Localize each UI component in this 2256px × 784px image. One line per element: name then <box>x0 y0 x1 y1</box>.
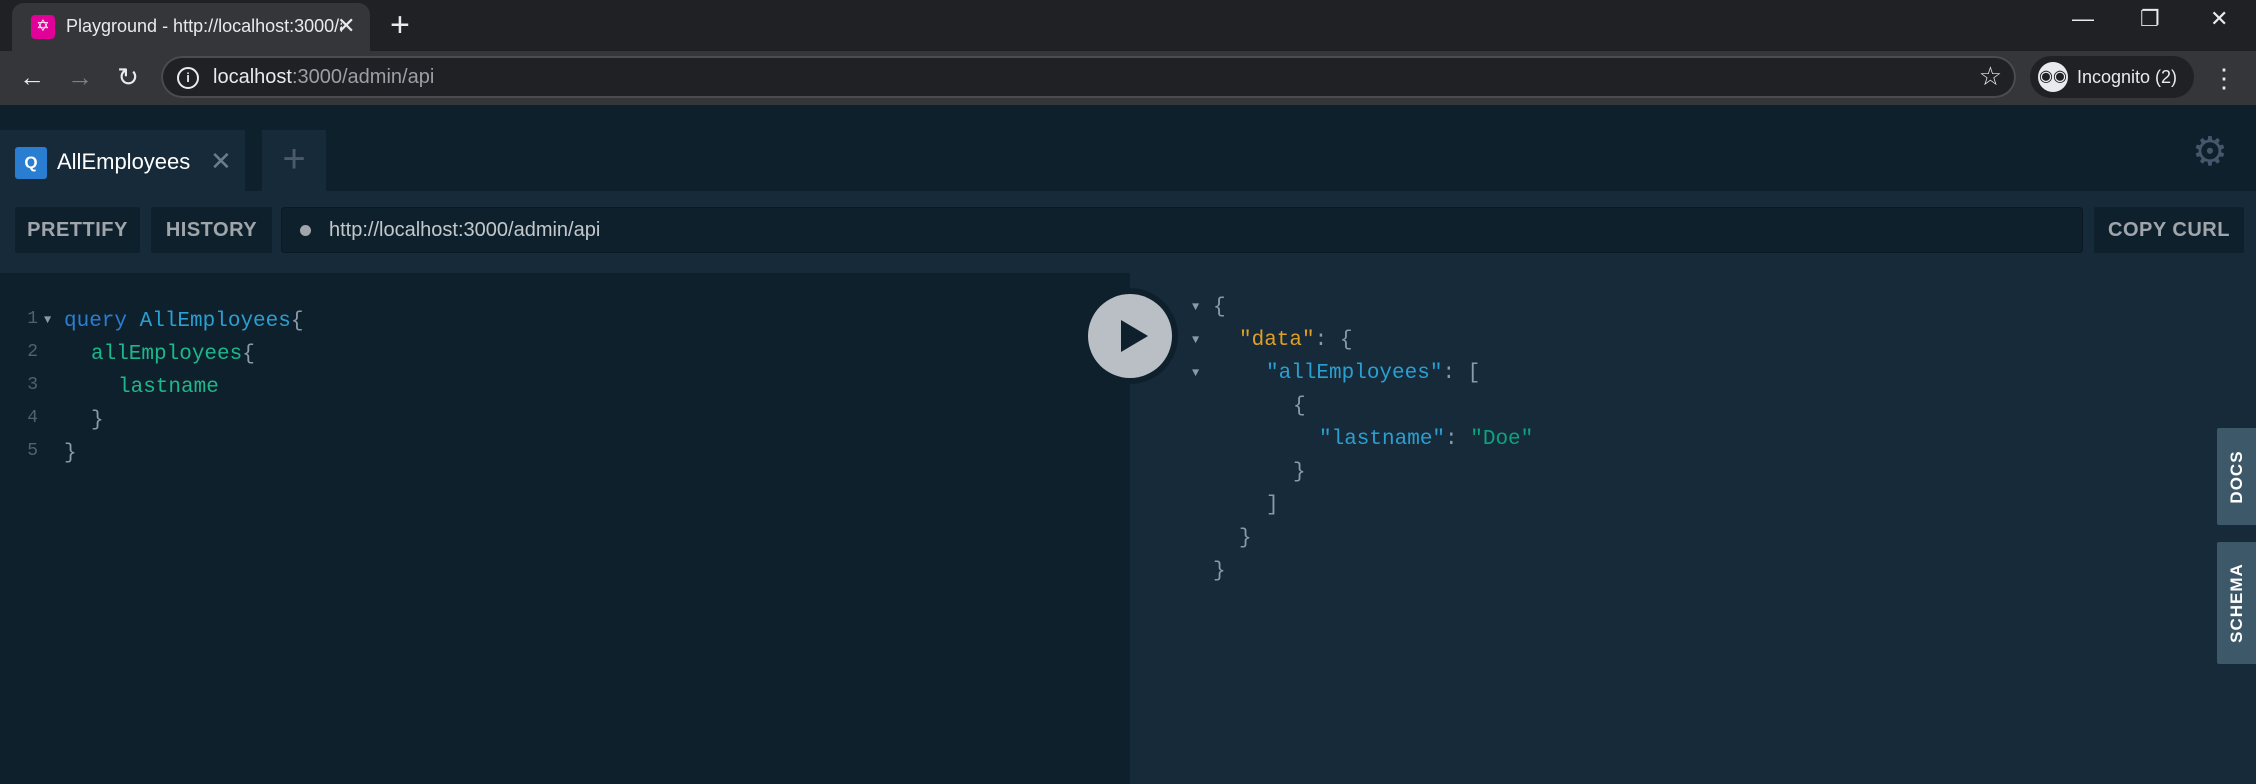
line-number: 3 <box>27 375 38 395</box>
result-line: } <box>1213 560 1226 583</box>
fold-arrow-icon[interactable]: ▼ <box>1192 291 1199 324</box>
browser-tab-title: Playground - http://localhost:3000/admin… <box>66 16 342 36</box>
address-bar[interactable]: i localhost:3000/admin/api ☆ <box>161 56 2016 98</box>
result-line: { <box>1213 296 1226 319</box>
playground-toolbar: PRETTIFY HISTORY http://localhost:3000/a… <box>0 191 2256 273</box>
minimize-icon[interactable]: — <box>2072 6 2094 32</box>
close-query-tab-icon[interactable]: ✕ <box>210 146 232 177</box>
query-line-5: } <box>64 442 77 465</box>
schema-tab[interactable]: SCHEMA <box>2217 542 2256 664</box>
site-info-icon[interactable]: i <box>177 67 199 89</box>
endpoint-status-icon <box>300 225 311 236</box>
address-url[interactable]: localhost:3000/admin/api <box>213 66 434 89</box>
settings-gear-icon[interactable]: ⚙ <box>2192 129 2228 175</box>
schema-tab-label: SCHEMA <box>2226 563 2246 643</box>
result-line: ] <box>1266 494 1279 517</box>
endpoint-url[interactable]: http://localhost:3000/admin/api <box>329 219 600 242</box>
close-window-icon[interactable]: ✕ <box>2210 6 2228 32</box>
result-line: "allEmployees": [ <box>1266 362 1481 385</box>
line-number: 5 <box>27 441 38 461</box>
query-badge: Q <box>15 147 47 179</box>
query-line-3: lastname <box>118 376 219 399</box>
query-line-4: } <box>91 409 104 432</box>
add-tab-button[interactable]: + <box>262 130 326 191</box>
close-tab-icon[interactable]: ✕ <box>337 13 355 39</box>
result-line: } <box>1293 461 1306 484</box>
fold-arrow-icon[interactable]: ▼ <box>1192 324 1199 357</box>
history-button[interactable]: HISTORY <box>151 207 272 253</box>
fold-arrow-icon[interactable]: ▼ <box>1192 357 1199 390</box>
query-tab[interactable]: Q AllEmployees ✕ <box>0 130 245 191</box>
back-icon[interactable]: ← <box>14 59 50 95</box>
browser-toolbar: ← → ↻ i localhost:3000/admin/api ☆ ◉◉ In… <box>0 51 2256 105</box>
browser-tab[interactable]: ✡ Playground - http://localhost:3000/adm… <box>12 3 370 51</box>
prettify-button[interactable]: PRETTIFY <box>15 207 140 253</box>
result-line: "data": { <box>1239 329 1353 352</box>
result-viewer: ▼ { ▼ "data": { ▼ "allEmployees": [ { "l… <box>1130 273 2256 784</box>
profile-label: Incognito (2) <box>2077 67 2178 87</box>
endpoint-input[interactable]: http://localhost:3000/admin/api <box>281 207 2083 253</box>
new-tab-icon[interactable]: + <box>390 8 410 42</box>
line-number: 1 <box>27 309 38 329</box>
menu-icon[interactable]: ⋮ <box>2211 63 2237 94</box>
result-line: { <box>1293 395 1306 418</box>
result-line: "lastname": "Doe" <box>1319 428 1534 451</box>
playground-tab-bar: Q AllEmployees ✕ + ⚙ <box>0 105 2256 191</box>
bookmark-star-icon[interactable]: ☆ <box>1979 61 2002 92</box>
line-number: 4 <box>27 408 38 428</box>
query-line-1: query AllEmployees{ <box>64 310 304 333</box>
forward-icon[interactable]: → <box>62 59 98 95</box>
fold-arrow-icon[interactable]: ▼ <box>44 304 51 337</box>
restore-icon[interactable]: ❐ <box>2140 6 2160 32</box>
incognito-profile-button[interactable]: ◉◉ Incognito (2) <box>2030 56 2194 98</box>
result-line: } <box>1239 527 1252 550</box>
copy-curl-button[interactable]: COPY CURL <box>2094 207 2244 253</box>
line-number: 2 <box>27 342 38 362</box>
browser-titlebar: ✡ Playground - http://localhost:3000/adm… <box>0 0 2256 51</box>
docs-tab-label: DOCS <box>2226 449 2246 504</box>
query-line-2: allEmployees{ <box>91 343 255 366</box>
incognito-icon: ◉◉ <box>2038 62 2068 92</box>
docs-tab[interactable]: DOCS <box>2217 428 2256 525</box>
query-editor[interactable]: 1 ▼ query AllEmployees{ 2 allEmployees{ … <box>0 273 1130 784</box>
query-tab-name: AllEmployees <box>57 149 191 174</box>
play-icon <box>1088 294 1172 378</box>
graphql-icon: ✡ <box>31 15 55 39</box>
reload-icon[interactable]: ↻ <box>110 59 146 95</box>
execute-query-button[interactable] <box>1082 288 1178 384</box>
